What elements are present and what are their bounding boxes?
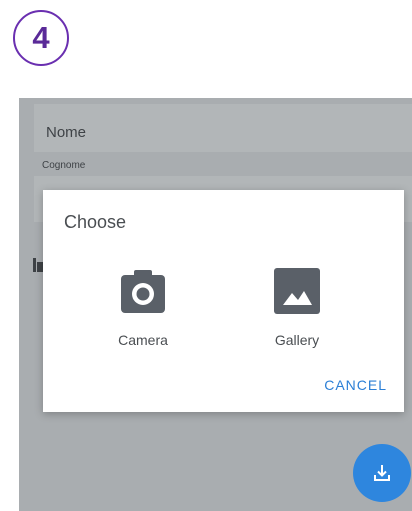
download-fab-button[interactable] <box>353 444 411 502</box>
dialog-title: Choose <box>64 212 127 232</box>
cancel-button[interactable]: CANCEL <box>324 377 387 393</box>
nome-label: Nome <box>46 124 87 141</box>
page: 4 Nome Cognome Choose Camera Gallery CAN… <box>0 0 412 511</box>
camera-label: Camera <box>118 332 168 348</box>
gallery-label: Gallery <box>274 332 320 348</box>
step-number-badge: 4 <box>13 10 69 66</box>
download-icon <box>374 465 390 481</box>
choose-dialog: Choose Camera Gallery CANCEL <box>43 190 404 412</box>
camera-icon <box>119 267 167 315</box>
step-number: 4 <box>32 20 50 55</box>
camera-option[interactable]: Camera <box>98 267 188 348</box>
nome-field[interactable]: Nome <box>34 104 412 152</box>
cognome-label: Cognome <box>42 160 86 171</box>
image-icon <box>273 267 321 315</box>
gallery-option[interactable]: Gallery <box>252 267 342 348</box>
